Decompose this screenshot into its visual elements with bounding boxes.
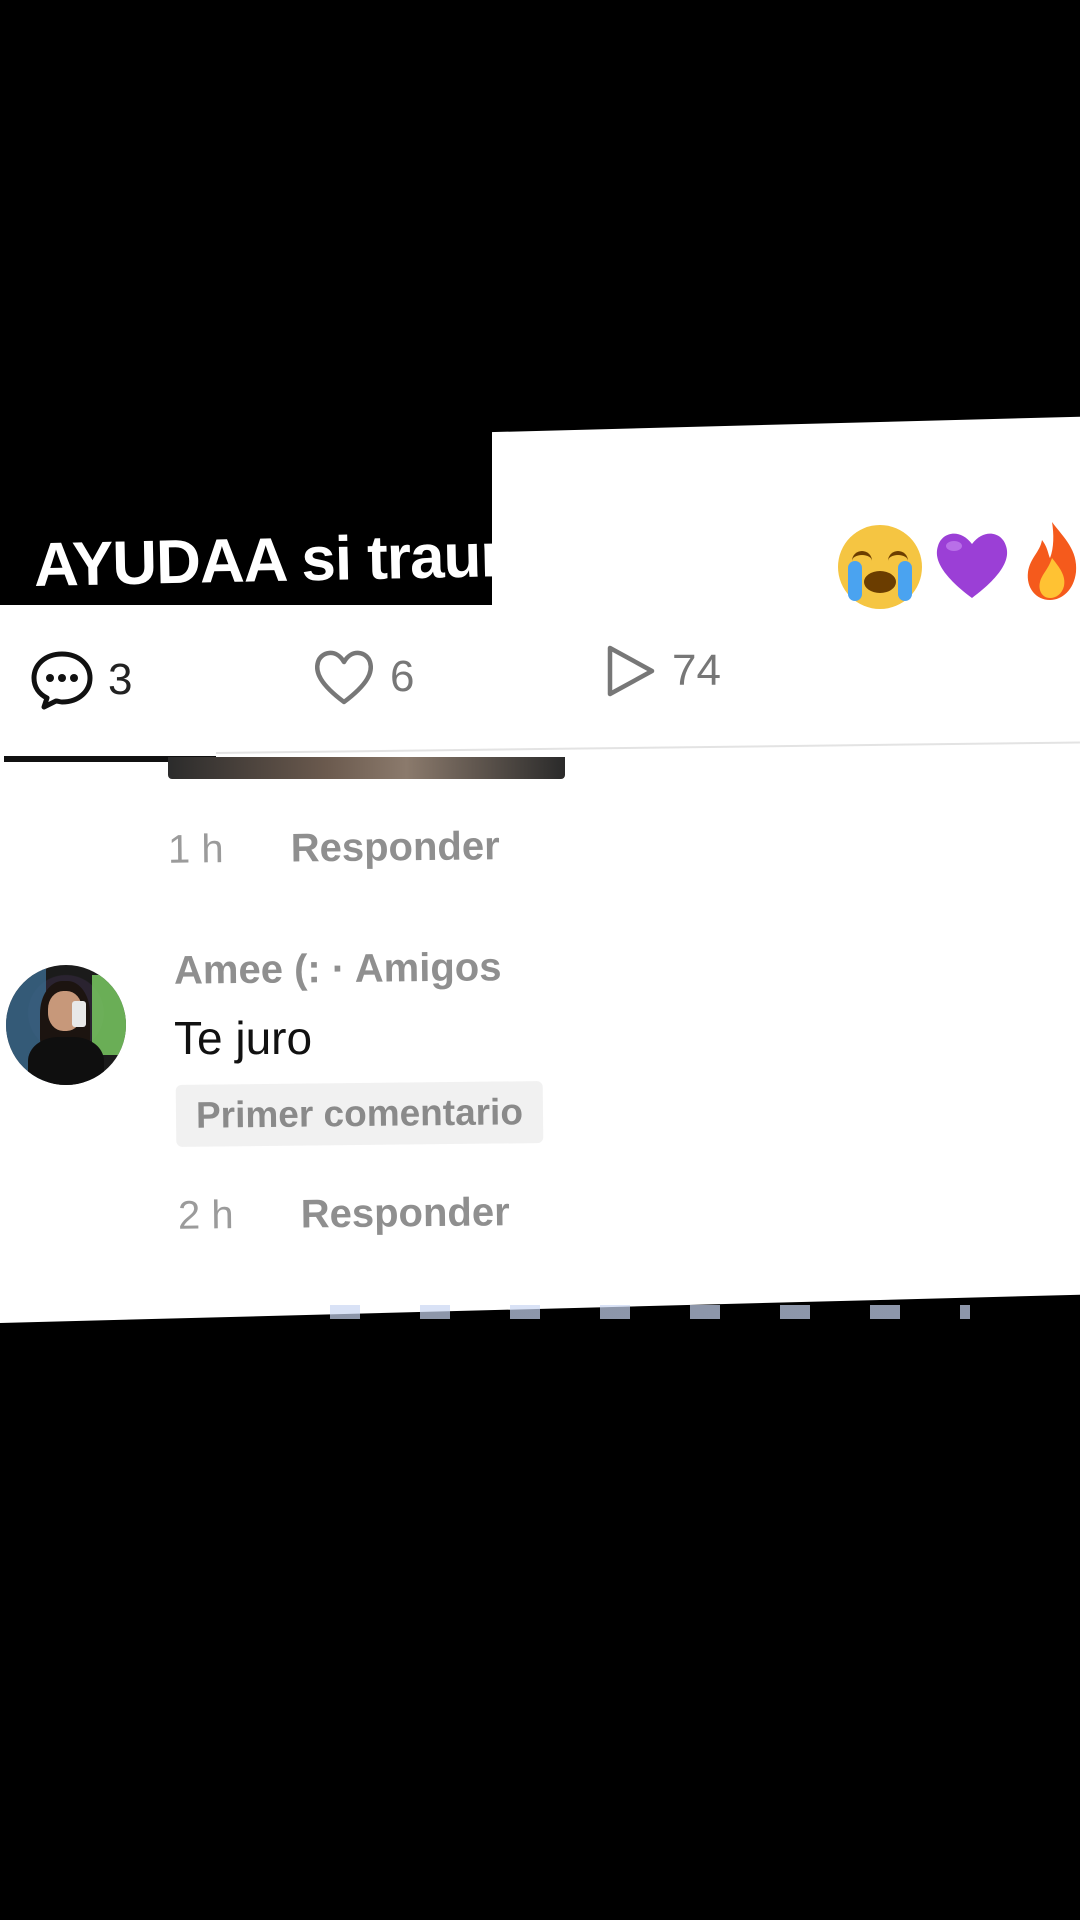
next-comment-fade	[330, 1305, 970, 1319]
fire-icon	[1027, 522, 1077, 600]
comment-time: 2 h	[177, 1193, 234, 1238]
loudly-crying-face-icon	[838, 525, 922, 609]
comment-text: Te juro	[174, 1012, 313, 1064]
play-outline-icon	[607, 645, 655, 697]
attached-media-preview[interactable]	[168, 757, 565, 779]
comment-author[interactable]: Amee (: · Amigos	[174, 945, 502, 993]
likes-count: 6	[390, 652, 415, 701]
comment-bubble-icon	[31, 651, 93, 710]
caption-text: AYUDAA si traume a Ame	[33, 515, 764, 600]
avatar[interactable]	[6, 965, 126, 1085]
reply-button[interactable]: Responder	[291, 824, 500, 870]
heart-outline-icon	[315, 650, 373, 705]
views-count: 74	[672, 646, 721, 695]
likes-tab[interactable]: 6	[312, 648, 414, 706]
comments-tab[interactable]: 3	[30, 650, 132, 710]
purple-heart-icon	[936, 533, 1008, 598]
comments-count: 3	[108, 655, 133, 704]
comment-time: 1 h	[167, 827, 224, 872]
post-stats: 3 6 74	[0, 640, 1080, 720]
views-tab[interactable]: 74	[602, 642, 721, 700]
comment-meta: 1 h Responder	[168, 824, 500, 872]
comment-meta: 2 h Responder	[178, 1190, 510, 1238]
reply-button[interactable]: Responder	[301, 1190, 510, 1236]
first-comment-badge: Primer comentario	[175, 1081, 544, 1147]
